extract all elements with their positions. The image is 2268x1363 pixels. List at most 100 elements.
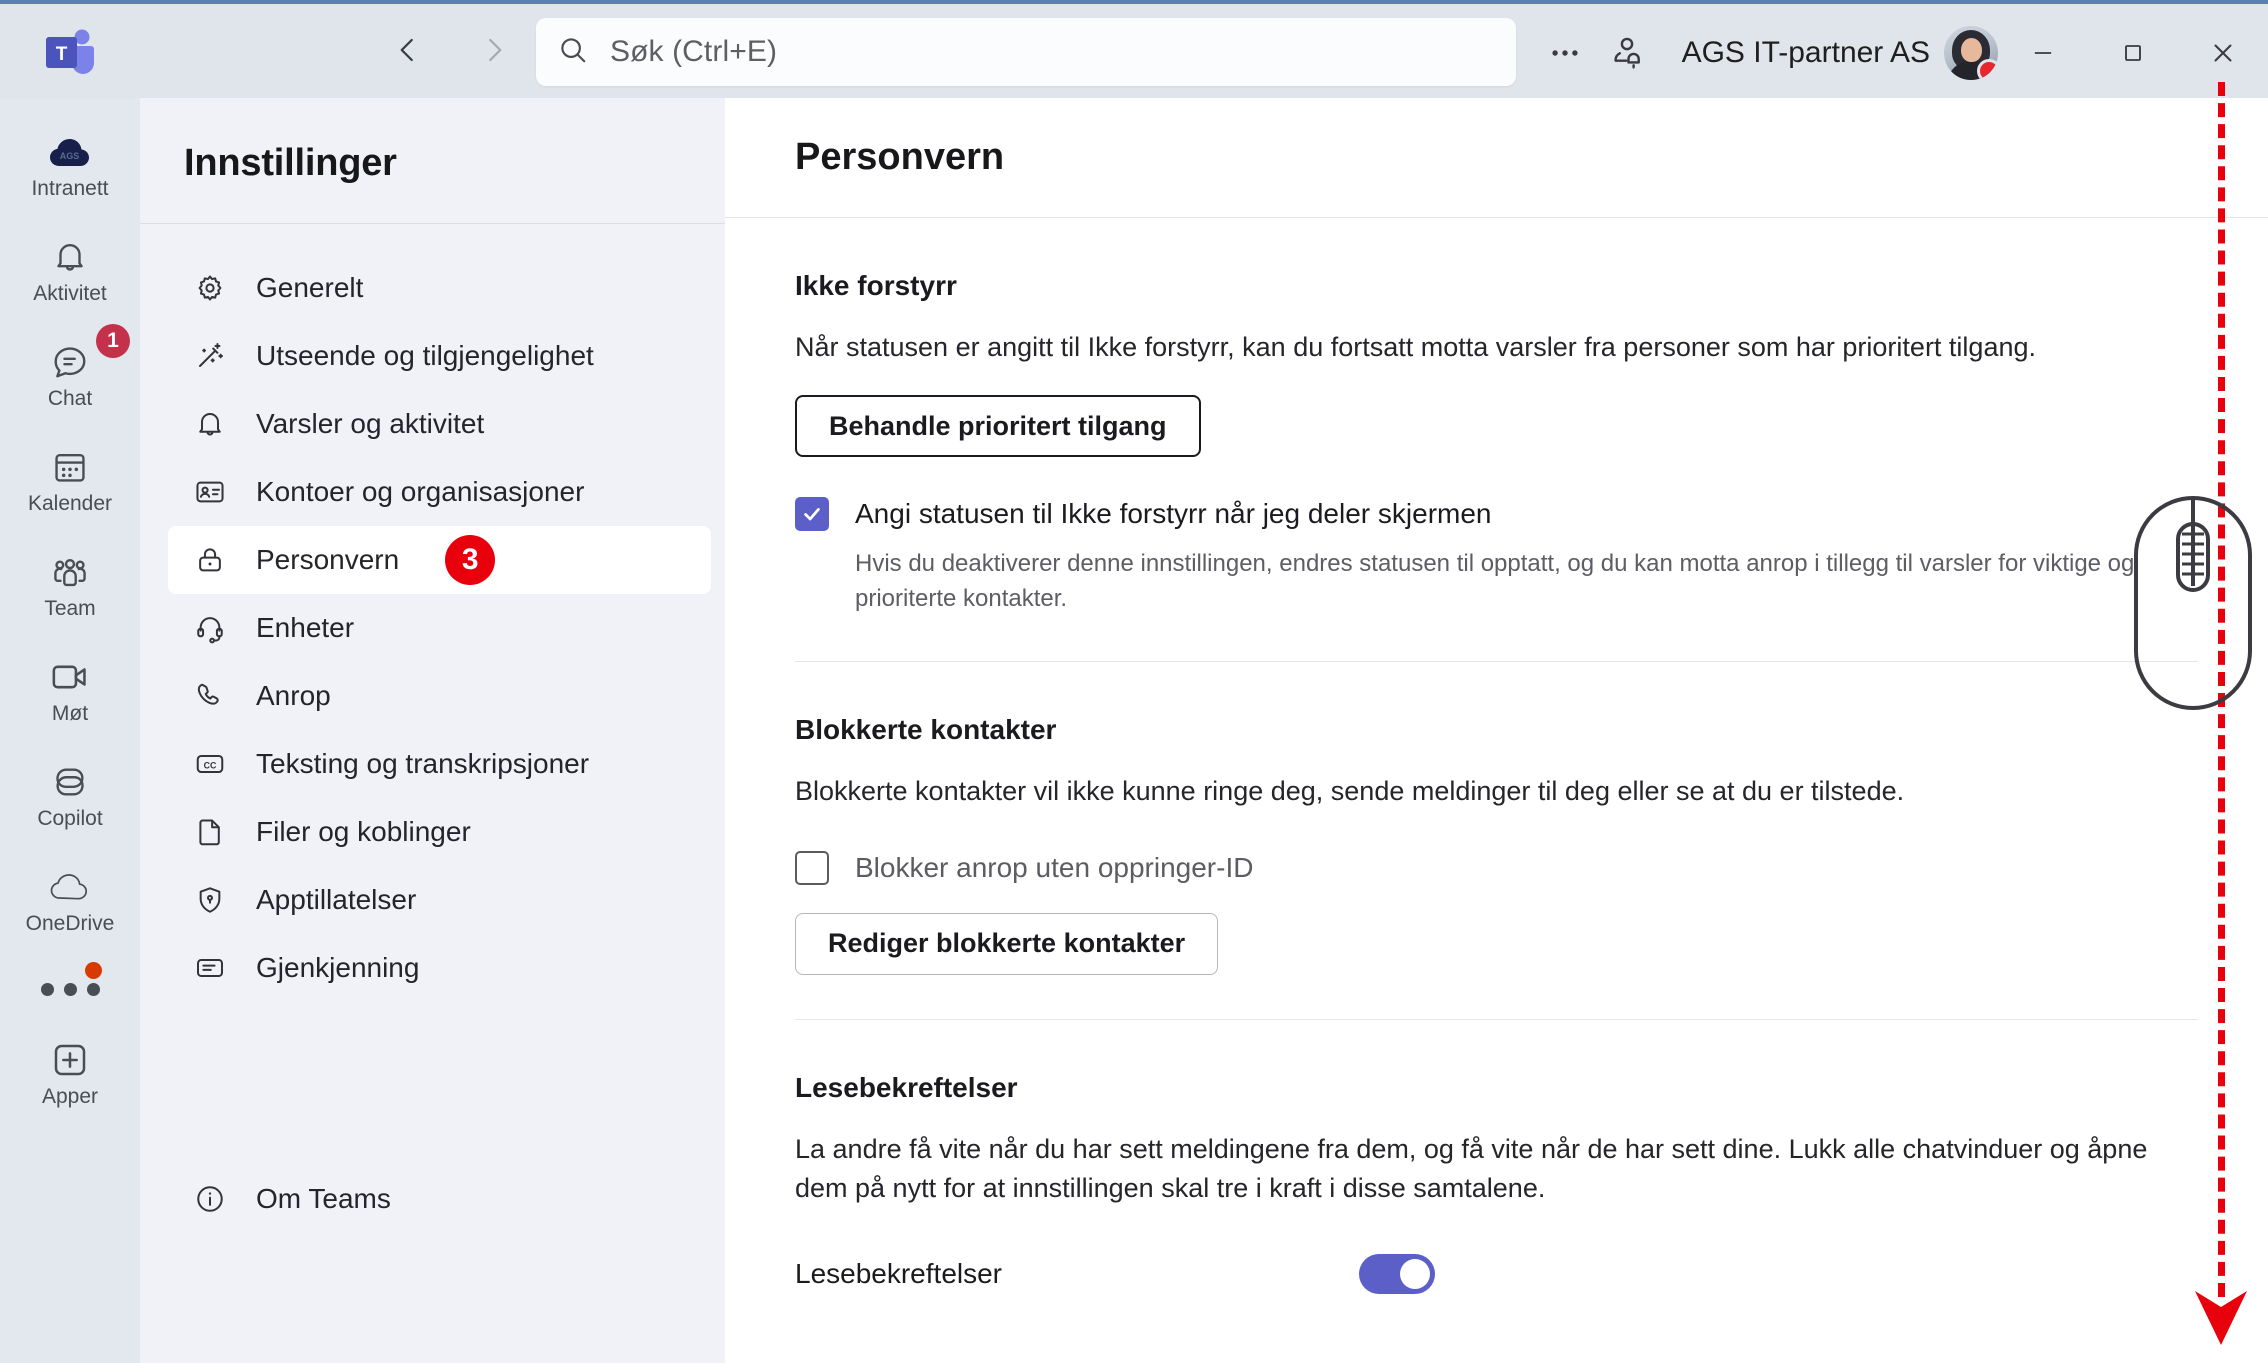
titlebar-right-controls: AGS IT-partner AS (1534, 4, 2268, 102)
rail-item-onedrive[interactable]: OneDrive (6, 855, 134, 942)
svg-text:T: T (56, 44, 68, 65)
title-bar: T Søk (Ctrl+E) AGS IT-partner AS (0, 0, 2268, 98)
maximize-button[interactable] (2088, 4, 2178, 102)
rail-item-kalender[interactable]: Kalender (6, 435, 134, 522)
bell-icon (46, 235, 94, 279)
sidebar-item-teksting[interactable]: CC Teksting og transkripsjoner (168, 730, 711, 798)
annotation-badge-3: 3 (445, 535, 496, 585)
wand-icon (192, 340, 228, 372)
page-title: Personvern (795, 136, 1005, 178)
set-status-icon[interactable] (1596, 22, 1658, 84)
sidebar-item-kontoer[interactable]: Kontoer og organisasjoner (168, 458, 711, 526)
sidebar-item-personvern[interactable]: Personvern 3 (168, 526, 711, 594)
dnd-screenshare-checkbox[interactable] (795, 497, 829, 532)
forward-button[interactable] (466, 22, 522, 78)
section-divider (795, 660, 2198, 662)
sidebar-item-om-teams[interactable]: Om Teams (168, 1165, 708, 1233)
sidebar-item-generelt[interactable]: Generelt (168, 254, 711, 322)
bell-icon (192, 408, 228, 440)
sidebar-item-label: Filer og koblinger (256, 816, 471, 847)
video-icon (46, 655, 94, 699)
sidebar-item-varsler[interactable]: Varsler og aktivitet (168, 390, 711, 458)
rail-label: Chat (47, 387, 93, 410)
sidebar-item-label: Anrop (256, 680, 331, 711)
gear-icon (192, 272, 228, 304)
dnd-screenshare-checkbox-row[interactable]: Angi statusen til Ikke forstyrr når jeg … (795, 497, 2198, 532)
rail-label: Kalender (27, 492, 113, 515)
rail-item-apper[interactable]: Apper (6, 1028, 134, 1115)
rail-label: Copilot (37, 807, 103, 830)
sidebar-item-utseende[interactable]: Utseende og tilgjengelighet (168, 322, 711, 390)
receipts-section-title: Lesebekreftelser (795, 1071, 1018, 1103)
search-bar[interactable]: Søk (Ctrl+E) (536, 18, 1516, 86)
block-anonymous-calls-label: Blokker anrop uten oppringer-ID (855, 851, 1254, 883)
read-receipts-toggle[interactable] (1359, 1254, 1435, 1295)
rail-label: Møt (51, 702, 89, 725)
svg-text:CC: CC (204, 760, 217, 770)
cloud-ags-icon: AGS (46, 130, 94, 174)
dnd-screenshare-description: Hvis du deaktiverer denne innstillingen,… (855, 550, 2135, 612)
avatar[interactable] (1944, 26, 1998, 80)
info-icon (192, 1183, 228, 1215)
recognition-icon (192, 952, 228, 984)
manage-priority-access-button[interactable]: Behandle prioritert tilgang (795, 395, 1201, 458)
more-options-button[interactable] (1534, 22, 1596, 84)
sidebar-item-label: Varsler og aktivitet (256, 408, 485, 439)
mouse-scroll-illustration-icon (2122, 490, 2264, 716)
content-header: Personvern (725, 98, 2268, 218)
plus-box-icon (46, 1038, 94, 1082)
settings-title: Innstillinger (184, 142, 397, 184)
rail-more-button[interactable] (6, 960, 134, 1018)
file-icon (192, 816, 228, 848)
block-anonymous-calls-checkbox[interactable] (795, 850, 829, 885)
calendar-icon (46, 445, 94, 489)
sidebar-item-label: Enheter (256, 612, 355, 643)
rail-item-team[interactable]: Team (6, 540, 134, 627)
sidebar-item-enheter[interactable]: Enheter (168, 594, 711, 662)
copilot-icon (46, 760, 94, 804)
shield-key-icon (192, 884, 228, 916)
minimize-button[interactable] (1998, 4, 2088, 102)
rail-label: Team (44, 597, 96, 620)
sidebar-item-label: Gjenkjenning (256, 952, 420, 983)
sidebar-item-apptillatelser[interactable]: Apptillatelser (168, 866, 711, 934)
dnd-screenshare-label: Angi statusen til Ikke forstyrr når jeg … (855, 498, 1492, 530)
sidebar-item-label: Personvern (256, 544, 400, 575)
chat-icon (46, 340, 94, 384)
more-alert-dot (85, 962, 102, 979)
block-anonymous-calls-row[interactable]: Blokker anrop uten oppringer-ID (795, 850, 2198, 885)
rail-item-aktivitet[interactable]: Aktivitet (6, 225, 134, 312)
sidebar-item-label: Generelt (256, 272, 364, 303)
sidebar-item-label: Apptillatelser (256, 884, 417, 915)
rail-label: OneDrive (25, 912, 115, 935)
status-badge-busy (1977, 59, 1998, 80)
rail-item-chat[interactable]: 1 Chat (6, 324, 134, 417)
app-rail: AGS Intranett Aktivitet 1 Chat Kalender … (0, 98, 140, 1363)
rail-label: Apper (41, 1085, 99, 1108)
sidebar-item-gjenkjenning[interactable]: Gjenkjenning (168, 934, 711, 1002)
settings-nav-list: Generelt Utseende og tilgjengelighet Var… (140, 224, 725, 1002)
rail-item-mot[interactable]: Møt (6, 645, 134, 732)
edit-blocked-contacts-button[interactable]: Rediger blokkerte kontakter (795, 912, 1219, 975)
content-body: Ikke forstyrr Når statusen er angitt til… (725, 270, 2268, 1295)
settings-sidebar: Innstillinger Generelt Utseende og tilgj… (140, 98, 725, 1363)
read-receipts-toggle-row: Lesebekreftelser (795, 1254, 1435, 1295)
settings-content: Personvern Ikke forstyrr Når statusen er… (725, 98, 2268, 1363)
rail-item-intranett[interactable]: AGS Intranett (6, 120, 134, 207)
sidebar-item-anrop[interactable]: Anrop (168, 662, 711, 730)
search-placeholder: Søk (Ctrl+E) (610, 35, 778, 68)
phone-icon (192, 680, 228, 712)
chat-unread-badge: 1 (96, 324, 130, 358)
rail-item-copilot[interactable]: Copilot (6, 750, 134, 837)
headset-icon (192, 612, 228, 644)
rail-label: Aktivitet (33, 282, 107, 305)
sidebar-item-label: Utseende og tilgjengelighet (256, 340, 594, 371)
back-button[interactable] (380, 22, 436, 78)
dnd-section-title: Ikke forstyrr (795, 270, 957, 301)
annotation-arrow-down-icon (2193, 1285, 2249, 1347)
sidebar-item-filer[interactable]: Filer og koblinger (168, 798, 711, 866)
search-icon (558, 35, 588, 70)
id-card-icon (192, 476, 228, 508)
sidebar-item-label: Om Teams (256, 1183, 391, 1214)
navigation-buttons (380, 22, 522, 78)
